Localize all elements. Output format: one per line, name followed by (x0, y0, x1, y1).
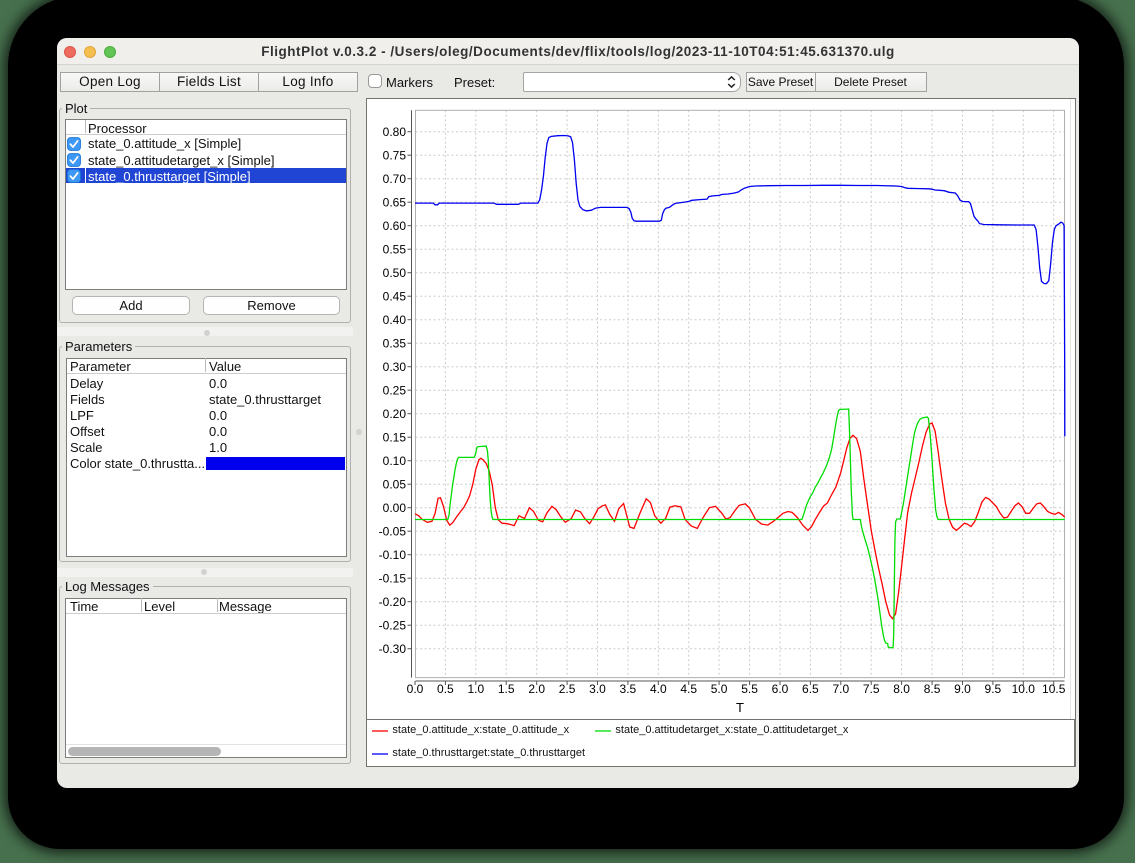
svg-text:2.0: 2.0 (528, 682, 545, 696)
svg-text:3.0: 3.0 (589, 682, 606, 696)
svg-text:0.15: 0.15 (383, 430, 407, 444)
svg-text:0.35: 0.35 (383, 336, 407, 350)
svg-text:6.0: 6.0 (772, 682, 789, 696)
svg-text:0.05: 0.05 (383, 477, 407, 491)
svg-text:2.5: 2.5 (559, 682, 576, 696)
svg-text:0.30: 0.30 (383, 360, 407, 374)
svg-text:8.0: 8.0 (893, 682, 910, 696)
svg-text:6.5: 6.5 (802, 682, 819, 696)
svg-text:0.80: 0.80 (383, 125, 407, 139)
svg-text:0.70: 0.70 (383, 172, 407, 186)
svg-text:-0.20: -0.20 (379, 595, 407, 609)
svg-text:0.10: 0.10 (383, 454, 407, 468)
svg-text:0.0: 0.0 (407, 682, 424, 696)
svg-text:10.5: 10.5 (1042, 682, 1066, 696)
svg-text:1.5: 1.5 (498, 682, 515, 696)
svg-text:9.5: 9.5 (985, 682, 1002, 696)
svg-text:5.5: 5.5 (741, 682, 758, 696)
svg-text:0.50: 0.50 (383, 266, 407, 280)
svg-text:T: T (736, 700, 744, 715)
svg-text:-0.15: -0.15 (379, 571, 407, 585)
svg-text:0.25: 0.25 (383, 383, 407, 397)
svg-text:8.5: 8.5 (924, 682, 941, 696)
svg-text:4.5: 4.5 (680, 682, 697, 696)
svg-text:7.5: 7.5 (863, 682, 880, 696)
svg-text:3.5: 3.5 (620, 682, 637, 696)
svg-text:-0.10: -0.10 (379, 548, 407, 562)
svg-text:0.55: 0.55 (383, 242, 407, 256)
svg-text:0.5: 0.5 (437, 682, 454, 696)
svg-text:5.0: 5.0 (711, 682, 728, 696)
svg-text:-0.05: -0.05 (379, 524, 407, 538)
svg-text:4.0: 4.0 (650, 682, 667, 696)
svg-text:10.0: 10.0 (1012, 682, 1036, 696)
svg-text:1.0: 1.0 (467, 682, 484, 696)
svg-text:0.40: 0.40 (383, 313, 407, 327)
svg-text:0.00: 0.00 (383, 501, 407, 515)
svg-text:0.65: 0.65 (383, 195, 407, 209)
svg-text:-0.25: -0.25 (379, 618, 407, 632)
svg-text:0.60: 0.60 (383, 219, 407, 233)
svg-text:7.0: 7.0 (832, 682, 849, 696)
svg-text:-0.30: -0.30 (379, 642, 407, 656)
svg-text:0.45: 0.45 (383, 289, 407, 303)
svg-text:9.0: 9.0 (954, 682, 971, 696)
svg-text:0.75: 0.75 (383, 148, 407, 162)
svg-text:0.20: 0.20 (383, 407, 407, 421)
